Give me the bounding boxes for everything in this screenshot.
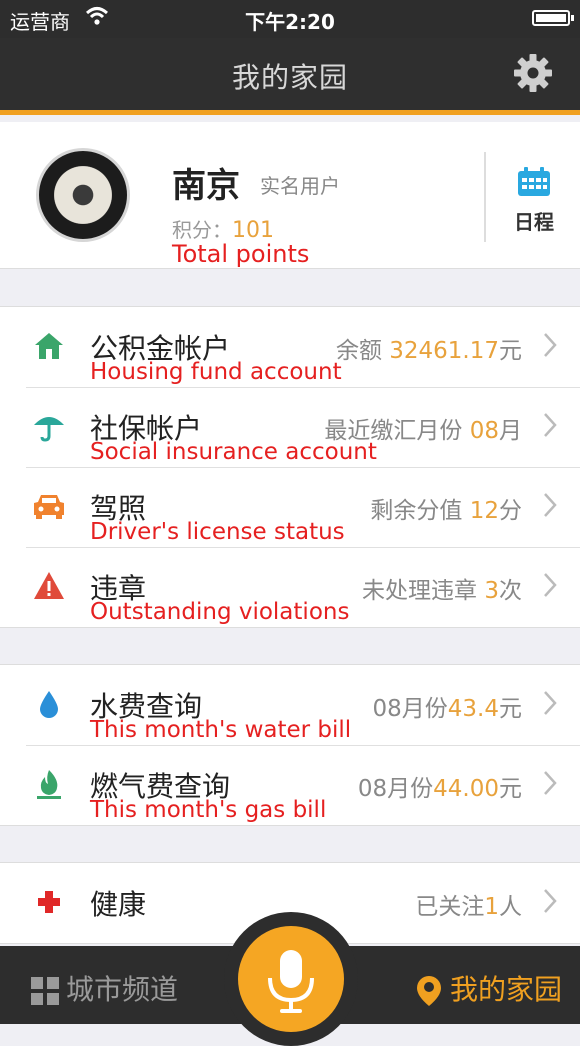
row-value: 剩余分值 12分 xyxy=(370,498,522,524)
chevron-right-icon xyxy=(544,691,557,715)
chevron-right-icon xyxy=(544,413,557,437)
tab-city-label: 城市频道 xyxy=(66,973,179,1006)
status-bar: 运营商 下午2:20 xyxy=(0,0,580,38)
row-value: 已关注1人 xyxy=(415,894,522,920)
red-cross-icon xyxy=(38,891,60,913)
chevron-right-icon xyxy=(544,771,557,795)
points-note: Total points xyxy=(172,240,310,268)
house-icon xyxy=(35,333,63,359)
umbrella-icon xyxy=(34,417,64,442)
row-note: This month's water bill xyxy=(90,717,352,743)
nav-bar: 我的家园 xyxy=(0,38,580,115)
warning-icon xyxy=(34,572,64,599)
profile-card[interactable]: 南京 实名用户 积分：101 Total points 日程 xyxy=(0,122,580,269)
verified-tag: 实名用户 xyxy=(260,174,340,198)
row-value: 最近缴汇月份 08月 xyxy=(324,418,522,444)
chevron-right-icon xyxy=(544,493,557,517)
gear-icon[interactable] xyxy=(512,52,554,94)
profile-divider xyxy=(484,152,486,242)
voice-button[interactable] xyxy=(238,926,344,1032)
tab-city-channel[interactable]: 城市频道 xyxy=(30,968,178,1008)
tab-home-label: 我的家园 xyxy=(449,973,562,1006)
voice-button-ring xyxy=(224,912,358,1046)
list-item-housing-fund[interactable]: 公积金帐户 Housing fund account 余额 32461.17元 xyxy=(0,307,580,387)
row-value: 未处理违章 3次 xyxy=(362,578,522,604)
chevron-right-icon xyxy=(544,889,557,913)
schedule-label: 日程 xyxy=(514,210,554,234)
schedule-button[interactable]: 日程 xyxy=(504,166,564,235)
calendar-icon xyxy=(518,167,550,196)
grid-icon xyxy=(31,977,59,1005)
battery-icon xyxy=(532,10,574,26)
avatar[interactable] xyxy=(36,148,130,242)
list-item-drivers-license[interactable]: 驾照 Driver's license status 剩余分值 12分 xyxy=(0,467,580,547)
points-display: 积分：101 xyxy=(172,214,274,243)
microphone-icon xyxy=(268,950,314,1013)
chevron-right-icon xyxy=(544,573,557,597)
chevron-right-icon xyxy=(544,333,557,357)
bills-group: 水费查询 This month's water bill 08月份43.4元 燃… xyxy=(0,664,580,826)
row-value: 08月份43.4元 xyxy=(372,696,523,722)
flame-icon xyxy=(37,770,61,799)
location-pin-icon xyxy=(416,976,441,1006)
page-title: 我的家园 xyxy=(231,61,348,94)
points-label: 积分： xyxy=(172,218,232,242)
user-name: 南京 xyxy=(172,166,240,206)
row-note: This month's gas bill xyxy=(90,797,327,823)
clock: 下午2:20 xyxy=(245,10,335,34)
car-icon xyxy=(34,495,64,519)
tab-my-home[interactable]: 我的家园 xyxy=(414,968,562,1008)
water-drop-icon xyxy=(40,691,58,718)
list-item-social-insurance[interactable]: 社保帐户 Social insurance account 最近缴汇月份 08月 xyxy=(0,387,580,467)
row-note: Driver's license status xyxy=(90,519,345,545)
row-note: Outstanding violations xyxy=(90,599,350,625)
row-value: 08月份44.00元 xyxy=(357,776,522,802)
list-item-water-bill[interactable]: 水费查询 This month's water bill 08月份43.4元 xyxy=(0,665,580,745)
list-item-violations[interactable]: 违章 Outstanding violations 未处理违章 3次 xyxy=(0,547,580,627)
list-item-gas-bill[interactable]: 燃气费查询 This month's gas bill 08月份44.00元 xyxy=(0,745,580,825)
accounts-group: 公积金帐户 Housing fund account 余额 32461.17元 … xyxy=(0,306,580,628)
row-label: 健康 xyxy=(90,888,147,921)
row-note: Housing fund account xyxy=(90,359,342,385)
row-value: 余额 32461.17元 xyxy=(335,338,522,364)
